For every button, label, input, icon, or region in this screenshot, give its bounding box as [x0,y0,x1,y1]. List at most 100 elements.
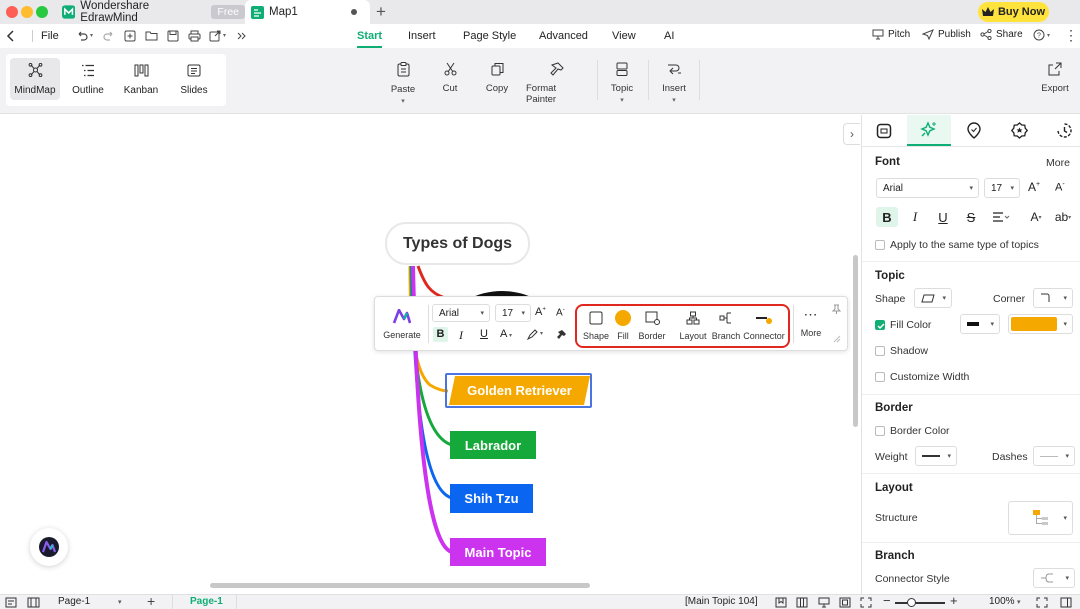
presentation-mode-icon[interactable] [818,597,830,608]
paste-dropdown-icon[interactable]: ▾ [401,97,405,105]
topic-button[interactable]: Topic ▾ [609,62,635,104]
sidebar-underline-toggle[interactable]: U [932,207,954,227]
apply-same-type-option[interactable]: Apply to the same type of topics [875,239,1039,251]
close-window-button[interactable] [6,6,18,18]
border-color-checkbox[interactable] [875,426,885,437]
view-kanban-button[interactable]: Kanban [116,58,166,100]
tab-insert[interactable]: Insert [408,30,436,42]
help-button[interactable]: ? ▾ [1033,29,1050,41]
customize-width-checkbox[interactable] [875,372,885,383]
view-mindmap-button[interactable]: MindMap [10,58,60,100]
insert-dropdown-icon[interactable]: ▾ [672,96,676,104]
zoom-in-button[interactable]: + [950,593,958,608]
view-slides-button[interactable]: Slides [169,58,219,100]
tab-clipart[interactable] [997,115,1041,146]
active-page-tab[interactable]: Page-1 [190,596,223,607]
page-map-icon[interactable] [5,597,17,608]
fill-color-option[interactable]: Fill Color [875,319,931,331]
font-color-button[interactable]: A ▾ [500,328,512,340]
tab-view[interactable]: View [612,30,636,42]
cut-button[interactable]: Cut [439,62,461,94]
sidebar-bold-toggle[interactable]: B [876,207,898,227]
undo-icon[interactable] [76,30,88,41]
shadow-option[interactable]: Shadow [875,345,928,357]
pin-icon[interactable] [832,304,841,314]
border-color-option[interactable]: Border Color [875,425,950,437]
save-icon[interactable] [167,30,179,42]
columns-view-icon[interactable] [796,597,808,608]
file-menu[interactable]: File [32,30,59,42]
border-dashes-select[interactable]: ▾ [1033,446,1075,466]
tab-start[interactable]: Start [357,30,383,48]
increase-font-icon[interactable]: A+ [535,306,546,318]
font-size-select[interactable]: 17 ▾ [984,178,1020,198]
zoom-slider-track[interactable] [895,602,945,604]
tab-style[interactable] [907,115,951,146]
decrease-font-icon[interactable]: A- [556,307,565,318]
insert-button[interactable]: Insert ▾ [661,62,687,104]
sidebar-italic-toggle[interactable]: I [904,207,926,227]
format-painter-button[interactable]: Format Painter [526,62,588,105]
maximize-window-button[interactable] [36,6,48,18]
tab-page-format[interactable] [862,115,906,146]
tab-history[interactable] [1042,115,1080,146]
copy-button[interactable]: Copy [484,62,510,94]
tab-advanced[interactable]: Advanced [539,30,588,42]
font-more-link[interactable]: More [1046,157,1070,169]
border-weight-select[interactable]: ▾ [915,446,957,466]
new-tab-plus-icon[interactable]: + [376,2,386,22]
apply-same-checkbox[interactable] [875,240,885,251]
tab-page-style[interactable]: Page Style [463,30,516,42]
undo-dropdown-icon[interactable]: ▾ [90,32,93,39]
fullscreen-icon[interactable] [1036,597,1048,608]
topic-main-topic[interactable]: Main Topic [450,538,546,566]
back-chevron-icon[interactable] [6,30,14,42]
print-icon[interactable] [188,30,201,42]
structure-select[interactable]: ▾ [1008,501,1073,535]
export-button[interactable]: Export [1040,62,1070,94]
page-sidebar-icon[interactable] [27,597,40,608]
sidebar-font-color-button[interactable]: A ▾ [1024,207,1048,227]
bold-toggle[interactable]: B [433,327,448,342]
shadow-checkbox[interactable] [875,346,885,357]
corner-style-select[interactable]: ▾ [1033,288,1073,308]
new-file-icon[interactable] [124,30,136,42]
vertical-scrollbar[interactable] [853,255,858,427]
export-share-icon[interactable] [209,30,221,42]
share-button[interactable]: Share [980,29,1023,40]
more-options-icon[interactable]: ⋮ [1064,27,1078,44]
ai-generate-button[interactable]: Generate [381,309,423,340]
panel-toggle-icon[interactable] [1060,597,1072,608]
connector-style-select[interactable]: ▾ [1033,568,1075,588]
fill-type-select[interactable]: ▾ [960,314,1000,334]
zoom-slider-handle[interactable] [907,598,916,607]
buy-now-button[interactable]: Buy Now [978,2,1049,22]
bookmark-icon[interactable] [775,597,787,608]
increase-font-size-icon[interactable]: A+ [1028,180,1040,194]
zoom-level[interactable]: 100% [989,596,1015,607]
more-horizontal-icon[interactable] [236,31,246,41]
toolbar-more-button[interactable]: ⋯ More [797,307,825,338]
fill-color-picker[interactable]: ▾ [1008,314,1073,334]
root-topic[interactable]: Types of Dogs [385,222,530,265]
customize-width-option[interactable]: Customize Width [875,371,969,383]
mindmap-canvas[interactable] [0,115,860,594]
italic-toggle[interactable]: I [459,328,463,343]
ai-assistant-button[interactable] [30,528,68,566]
topic-shih-tzu[interactable]: Shih Tzu [450,484,533,513]
view-outline-button[interactable]: Outline [63,58,113,100]
underline-toggle[interactable]: U [480,328,488,340]
fit-page-icon[interactable] [839,597,851,608]
document-tab[interactable]: Map1 [245,0,370,24]
sidebar-strikethrough-toggle[interactable]: S [960,207,982,227]
toolbar-size-select[interactable]: 17 ▾ [495,304,531,322]
text-highlight-button[interactable]: ab ▾ [1050,207,1076,227]
tab-ai[interactable]: AI [664,30,674,42]
minimize-window-button[interactable] [21,6,33,18]
zoom-out-button[interactable]: − [883,593,891,608]
topic-golden-retriever[interactable]: Golden Retriever [449,376,590,405]
decrease-font-size-icon[interactable]: A- [1055,181,1065,194]
font-family-select[interactable]: Arial ▾ [876,178,979,198]
zoom-dropdown-icon[interactable]: ▾ [1017,598,1021,606]
add-page-plus-icon[interactable]: + [147,593,155,609]
